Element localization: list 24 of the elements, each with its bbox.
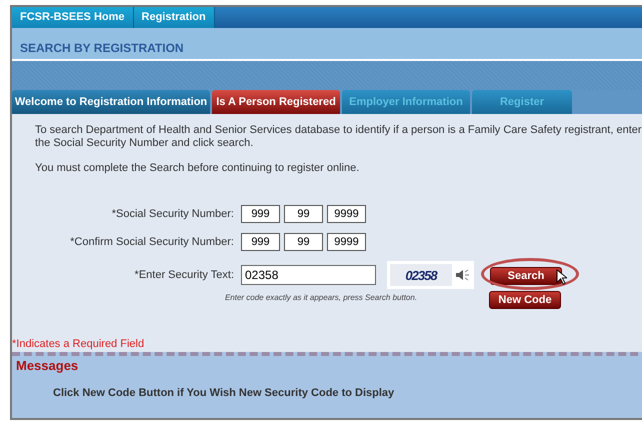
required-note: *Indicates a Required Field (12, 338, 146, 350)
field-label: *Enter Security Text: (134, 269, 234, 281)
new-code-button[interactable]: New Code (489, 291, 561, 309)
message-text: Click New Code Button if You Wish New Security Code to Display (53, 387, 396, 399)
ssn-input[interactable]: 999 (241, 205, 280, 223)
notice-text: You must complete the Search before continuing to register online. (35, 162, 360, 175)
ssn-input[interactable]: 9999 (327, 205, 366, 223)
captcha-image: 02358 (387, 261, 452, 289)
messages-title: Messages (16, 358, 80, 373)
hint-text: Enter code exactly as it appears, press Search button. (224, 293, 418, 302)
cursor-icon (556, 268, 567, 284)
ssn-input[interactable]: 99 (284, 205, 323, 223)
tab[interactable]: Is A Person Registered (212, 90, 340, 114)
field-label: *Social Security Number: (110, 208, 234, 220)
speaker-icon[interactable] (452, 261, 474, 289)
security-text-input[interactable]: 02358 (241, 265, 376, 285)
ssn-input[interactable]: 999 (241, 233, 280, 251)
tab[interactable]: Welcome to Registration Information (12, 90, 210, 114)
ssn-input[interactable]: 9999 (327, 233, 366, 251)
search-button[interactable]: Search (490, 266, 562, 284)
field-label: *Confirm Social Security Number: (69, 236, 234, 248)
intro-text: To search Department of Health and Senior Services database to identify if a person is a Family Care Safety registrant, enter the Social Security Number and click search. (35, 124, 642, 150)
ssn-input[interactable]: 99 (284, 233, 323, 251)
page-title: SEARCH BY REGISTRATION (20, 41, 184, 55)
